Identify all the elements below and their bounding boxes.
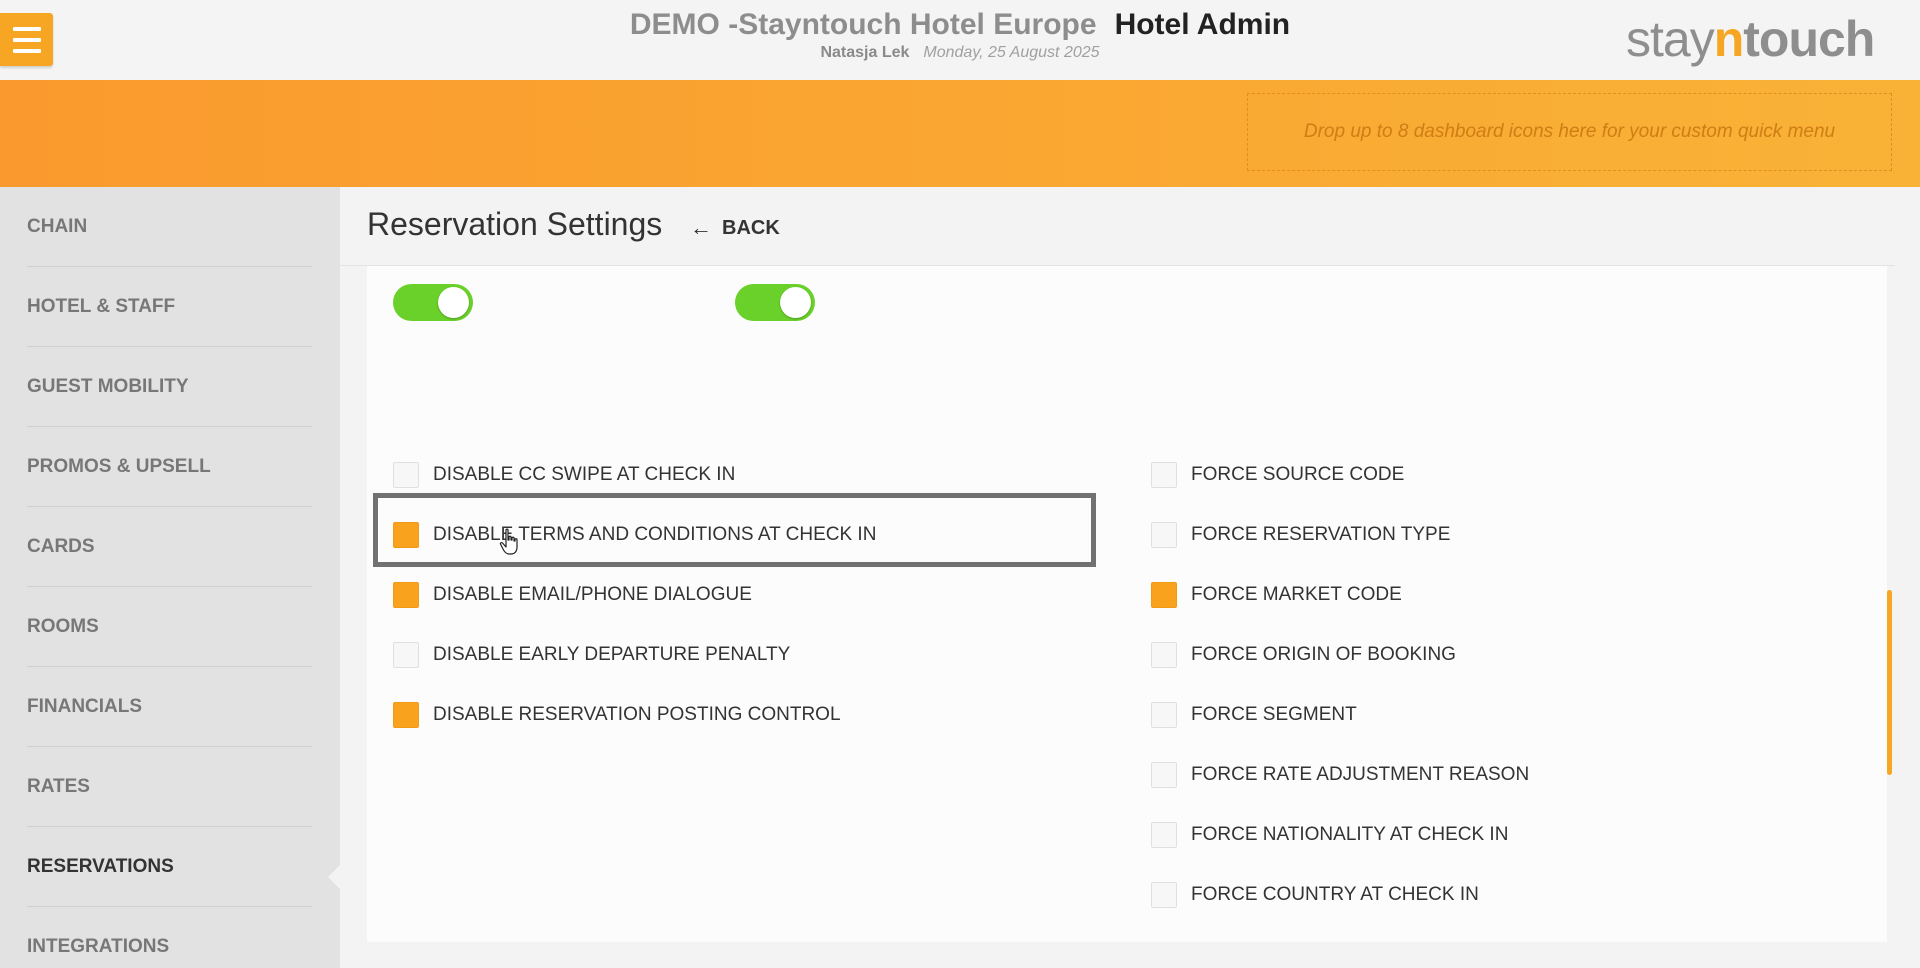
sidebar-item-chain[interactable]: CHAIN (27, 187, 312, 267)
checkbox[interactable] (1151, 462, 1177, 488)
checkbox-label: DISABLE EMAIL/PHONE DIALOGUE (433, 584, 752, 605)
user-name: Natasja Lek (820, 44, 910, 61)
sidebar-item-financials[interactable]: FINANCIALS (27, 667, 312, 747)
checkbox[interactable] (393, 462, 419, 488)
checkbox-row-force-reservation-type[interactable]: FORCE RESERVATION TYPE (1151, 519, 1450, 551)
sidebar-item-promos-upsell[interactable]: PROMOS & UPSELL (27, 427, 312, 507)
sidebar-item-guest-mobility[interactable]: GUEST MOBILITY (27, 347, 312, 427)
scrollbar-thumb[interactable] (1887, 590, 1892, 775)
checkbox[interactable] (1151, 522, 1177, 548)
sidebar-item-integrations[interactable]: INTEGRATIONS (27, 907, 312, 968)
admin-sidebar: CHAIN HOTEL & STAFF GUEST MOBILITY PROMO… (0, 187, 340, 968)
toggle-switch-2[interactable] (735, 284, 815, 321)
toggle-switch-1[interactable] (393, 284, 473, 321)
current-date: Monday, 25 August 2025 (923, 44, 1100, 61)
checkbox-label: FORCE SEGMENT (1191, 704, 1357, 725)
dropzone-text: Drop up to 8 dashboard icons here for yo… (1303, 121, 1836, 142)
checkbox[interactable] (1151, 882, 1177, 908)
checkbox[interactable] (1151, 822, 1177, 848)
checkbox-row-force-market-code[interactable]: FORCE MARKET CODE (1151, 579, 1402, 611)
sidebar-item-cards[interactable]: CARDS (27, 507, 312, 587)
checkbox-label: FORCE NATIONALITY AT CHECK IN (1191, 824, 1509, 845)
stayntouch-logo: stayntouch (1626, 11, 1875, 67)
highlight-box (373, 493, 1096, 567)
sidebar-item-rooms[interactable]: ROOMS (27, 587, 312, 667)
checkbox-label: DISABLE RESERVATION POSTING CONTROL (433, 704, 841, 725)
checkbox[interactable] (1151, 642, 1177, 668)
checkbox-row-force-source-code[interactable]: FORCE SOURCE CODE (1151, 459, 1404, 491)
checkbox[interactable] (393, 642, 419, 668)
checkbox[interactable] (1151, 762, 1177, 788)
quick-menu-banner: Drop up to 8 dashboard icons here for yo… (0, 80, 1920, 187)
top-header: DEMO -Stayntouch Hotel Europe Hotel Admin… (0, 0, 1920, 80)
sidebar-item-rates[interactable]: RATES (27, 747, 312, 827)
checkbox[interactable] (1151, 582, 1177, 608)
checkbox[interactable] (1151, 702, 1177, 728)
checkbox-label: FORCE RATE ADJUSTMENT REASON (1191, 764, 1530, 785)
checkbox-label: FORCE SOURCE CODE (1191, 464, 1405, 485)
checkbox-row-force-segment[interactable]: FORCE SEGMENT (1151, 699, 1357, 731)
page-title: Reservation Settings (367, 206, 663, 242)
active-item-pointer (328, 865, 340, 889)
checkbox-label: DISABLE EARLY DEPARTURE PENALTY (433, 644, 791, 665)
checkbox-label: FORCE ORIGIN OF BOOKING (1191, 644, 1456, 665)
checkbox-row-force-nationality[interactable]: FORCE NATIONALITY AT CHECK IN (1151, 819, 1508, 851)
back-button[interactable]: ← BACK (690, 215, 780, 241)
checkbox-row-disable-cc-swipe[interactable]: DISABLE CC SWIPE AT CHECK IN (393, 459, 735, 491)
hand-pointer-icon (499, 528, 518, 555)
checkbox-label: FORCE MARKET CODE (1191, 584, 1402, 605)
checkbox[interactable] (393, 702, 419, 728)
checkbox-row-force-country[interactable]: FORCE COUNTRY AT CHECK IN (1151, 879, 1479, 911)
checkbox-row-disable-posting-control[interactable]: DISABLE RESERVATION POSTING CONTROL (393, 699, 841, 731)
checkbox-label: DISABLE CC SWIPE AT CHECK IN (433, 464, 736, 485)
checkbox-label: FORCE COUNTRY AT CHECK IN (1191, 884, 1479, 905)
checkbox-row-disable-email-phone[interactable]: DISABLE EMAIL/PHONE DIALOGUE (393, 579, 752, 611)
sidebar-item-reservations[interactable]: RESERVATIONS (27, 827, 312, 907)
hotel-name: DEMO -Stayntouch Hotel Europe (629, 8, 1097, 41)
sidebar-item-hotel-staff[interactable]: HOTEL & STAFF (27, 267, 312, 347)
checkbox-label: FORCE RESERVATION TYPE (1191, 524, 1451, 545)
checkbox-row-disable-early-departure[interactable]: DISABLE EARLY DEPARTURE PENALTY (393, 639, 790, 671)
quick-menu-dropzone[interactable]: Drop up to 8 dashboard icons here for yo… (1247, 93, 1892, 171)
arrow-left-icon: ← (690, 215, 712, 240)
checkbox-row-force-rate-adjustment[interactable]: FORCE RATE ADJUSTMENT REASON (1151, 759, 1529, 791)
checkbox-row-force-origin-of-booking[interactable]: FORCE ORIGIN OF BOOKING (1151, 639, 1456, 671)
back-label: BACK (722, 216, 780, 239)
checkbox[interactable] (393, 582, 419, 608)
app-title: Hotel Admin (1114, 8, 1291, 41)
